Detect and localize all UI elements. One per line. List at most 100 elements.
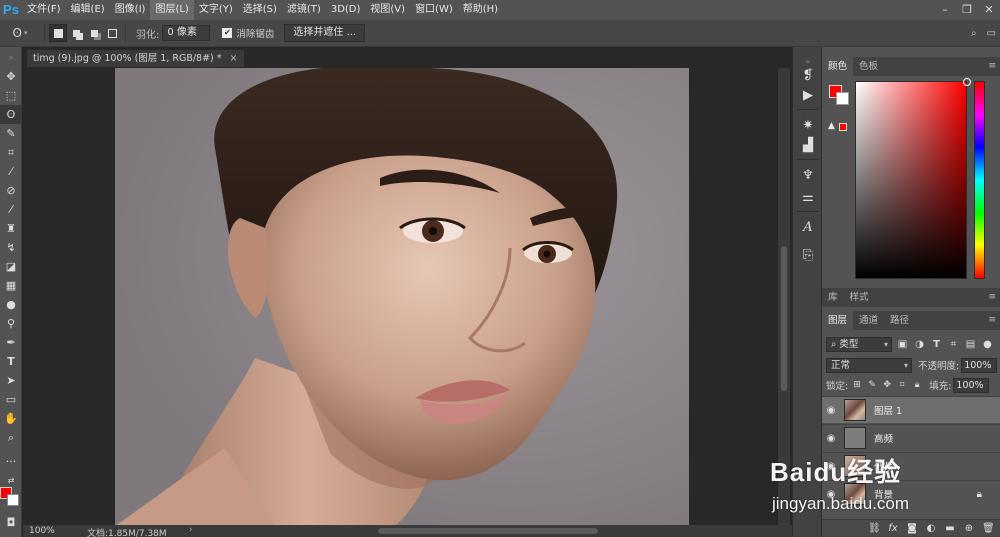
menu-filter[interactable]: 滤镜(T): [282, 0, 326, 20]
rectangle-tool-icon[interactable]: ▭: [0, 390, 22, 409]
hand-tool-icon[interactable]: ✋: [0, 409, 22, 428]
layer-filter-kind[interactable]: ⌕ 类型 ▾: [826, 336, 892, 352]
layer-row[interactable]: ◉ 高频: [822, 424, 1000, 451]
restore-icon[interactable]: ❐: [956, 0, 978, 20]
lock-position-icon[interactable]: ✥: [881, 379, 893, 391]
antialias-checkbox[interactable]: ✔: [222, 28, 233, 38]
shape-filter-icon[interactable]: ⌗: [947, 338, 960, 351]
quick-select-tool-icon[interactable]: ✎: [0, 124, 22, 143]
adjustments-icon[interactable]: ⚌: [797, 187, 819, 207]
lock-all-icon[interactable]: 🔒︎: [911, 379, 923, 391]
gamut-warning-swatch[interactable]: [839, 123, 847, 131]
character-icon[interactable]: A: [797, 217, 819, 237]
subtract-selection-button[interactable]: [85, 24, 103, 42]
visibility-eye-icon[interactable]: ◉: [822, 433, 840, 444]
menu-view[interactable]: 视图(V): [365, 0, 410, 20]
lock-artboard-icon[interactable]: ⌗: [896, 379, 908, 391]
tab-libraries[interactable]: 库: [822, 288, 844, 307]
visibility-eye-icon[interactable]: ◉: [822, 405, 840, 416]
zoom-tool-icon[interactable]: ⌕: [0, 428, 22, 447]
panel-menu-icon[interactable]: ≡: [988, 311, 996, 330]
intersect-selection-button[interactable]: [103, 24, 121, 42]
menu-edit[interactable]: 编辑(E): [66, 0, 110, 20]
panel-menu-icon[interactable]: ≡: [988, 57, 996, 76]
vertical-scroll-thumb[interactable]: [781, 246, 787, 391]
pen-tool-icon[interactable]: ✒: [0, 333, 22, 352]
tab-channels[interactable]: 通道: [853, 311, 884, 330]
quick-mask-icon[interactable]: ◘: [0, 513, 22, 532]
clone-stamp-tool-icon[interactable]: ♜: [0, 219, 22, 238]
select-and-mask-button[interactable]: 选择并遮住 ...: [284, 24, 366, 42]
histogram-icon[interactable]: ▟: [797, 135, 819, 155]
history-icon[interactable]: ❡: [797, 65, 819, 85]
tab-paths[interactable]: 路径: [884, 311, 915, 330]
new-selection-button[interactable]: [49, 24, 67, 42]
type-tool-icon[interactable]: T: [0, 352, 22, 371]
close-icon[interactable]: ✕: [978, 0, 1000, 20]
history-brush-tool-icon[interactable]: ↯: [0, 238, 22, 257]
more-tools-icon[interactable]: ···: [0, 452, 22, 471]
marquee-tool-icon[interactable]: ⬚: [0, 86, 22, 105]
hue-slider[interactable]: [974, 81, 985, 279]
menu-select[interactable]: 选择(S): [238, 0, 282, 20]
new-group-icon[interactable]: ▬: [944, 523, 956, 534]
horizontal-scroll-thumb[interactable]: [378, 528, 598, 534]
adjustment-layer-icon[interactable]: ◐: [925, 523, 937, 534]
background-color-swatch[interactable]: [7, 494, 19, 506]
opacity-input[interactable]: 100%: [961, 357, 998, 373]
brush-tool-icon[interactable]: ⁄: [0, 200, 22, 219]
lock-transparent-icon[interactable]: ⊞: [851, 379, 863, 391]
gradient-tool-icon[interactable]: ▦: [0, 276, 22, 295]
menu-image[interactable]: 图像(I): [110, 0, 151, 20]
crop-tool-icon[interactable]: ⌗: [0, 143, 22, 162]
type-filter-icon[interactable]: T: [930, 338, 943, 351]
image-canvas[interactable]: [115, 68, 689, 526]
add-mask-icon[interactable]: ◙: [906, 523, 918, 534]
menu-type[interactable]: 文字(Y): [194, 0, 238, 20]
menu-help[interactable]: 帮助(H): [458, 0, 503, 20]
link-layers-icon[interactable]: ⛓: [868, 523, 881, 534]
dodge-tool-icon[interactable]: ⚲: [0, 314, 22, 333]
tab-color[interactable]: 颜色: [822, 57, 854, 76]
paragraph-icon[interactable]: ⎘: [797, 245, 819, 265]
delete-layer-icon[interactable]: 🗑︎: [982, 523, 995, 534]
fill-input[interactable]: 100%: [953, 377, 990, 393]
pixel-filter-icon[interactable]: ▣: [896, 338, 909, 351]
color-field[interactable]: [855, 78, 971, 279]
brush-presets-icon[interactable]: ♆: [797, 165, 819, 185]
healing-brush-tool-icon[interactable]: ⊘: [0, 181, 22, 200]
lasso-tool-icon[interactable]: ʘ: [0, 105, 22, 124]
menu-file[interactable]: 文件(F): [22, 0, 66, 20]
chevron-right-icon[interactable]: ›: [189, 525, 193, 535]
gamut-warning-icon[interactable]: ▲: [828, 121, 835, 131]
lock-image-icon[interactable]: ✎: [866, 379, 878, 391]
minimize-icon[interactable]: –: [934, 0, 956, 20]
tab-layers[interactable]: 图层: [822, 311, 854, 330]
color-picker-cursor[interactable]: [963, 78, 971, 86]
move-tool-icon[interactable]: ✥: [0, 67, 22, 86]
blend-mode-dropdown[interactable]: 正常 ▾: [826, 357, 912, 373]
blur-tool-icon[interactable]: ●: [0, 295, 22, 314]
tool-preset-picker[interactable]: ʘ ▾: [0, 20, 40, 47]
feather-input[interactable]: 0 像素: [162, 25, 211, 41]
menu-3d[interactable]: 3D(D): [326, 0, 366, 20]
search-icon[interactable]: ⌕: [971, 28, 977, 39]
workspace-icon[interactable]: ▭: [987, 28, 996, 39]
panel-menu-icon[interactable]: ≡: [988, 288, 996, 307]
adjustment-filter-icon[interactable]: ◑: [913, 338, 926, 351]
eyedropper-tool-icon[interactable]: ⁄: [0, 162, 22, 181]
zoom-level[interactable]: 100%: [29, 526, 55, 536]
toolbar-collapse-icon[interactable]: »: [0, 48, 22, 67]
background-color-swatch[interactable]: [836, 92, 849, 105]
eraser-tool-icon[interactable]: ◪: [0, 257, 22, 276]
document-tab[interactable]: timg (9).jpg @ 100% (图层 1, RGB/8#) * ×: [27, 50, 244, 67]
smart-object-filter-icon[interactable]: ▤: [964, 338, 977, 351]
tab-styles[interactable]: 样式: [844, 288, 875, 307]
layer-style-icon[interactable]: fx: [887, 523, 899, 534]
filter-toggle-icon[interactable]: ●: [981, 338, 994, 351]
play-action-icon[interactable]: ▶: [797, 85, 819, 105]
close-tab-icon[interactable]: ×: [230, 53, 238, 64]
menu-layer[interactable]: 图层(L): [150, 0, 194, 20]
path-selection-tool-icon[interactable]: ➤: [0, 371, 22, 390]
new-layer-icon[interactable]: ⊕: [963, 523, 975, 534]
